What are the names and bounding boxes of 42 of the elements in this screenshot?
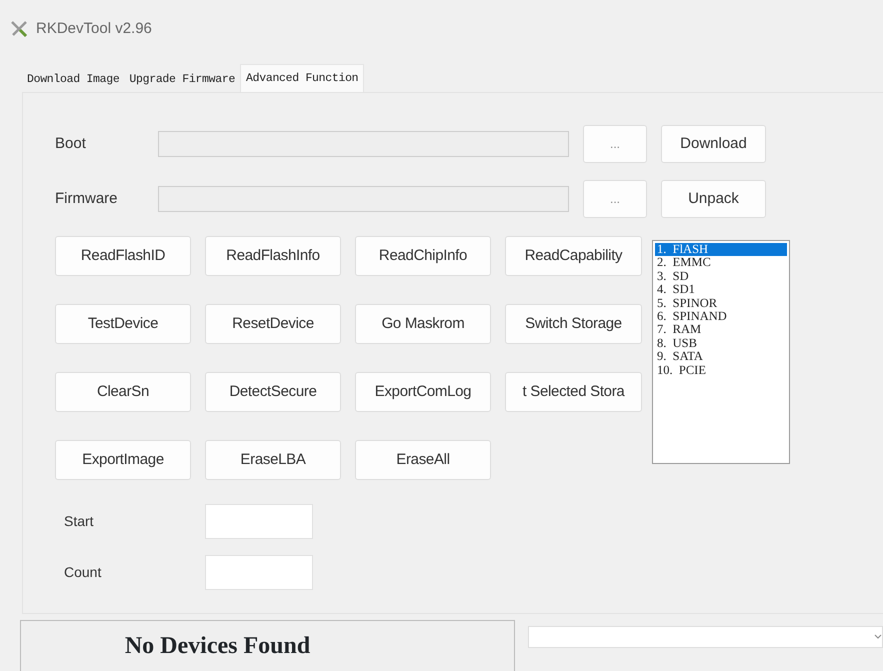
list-item[interactable]: 8. USB	[655, 336, 787, 350]
list-item[interactable]: 3. SD	[655, 270, 787, 284]
function-button[interactable]: ExportComLog	[355, 372, 491, 412]
list-item[interactable]: 4. SD1	[655, 283, 787, 297]
list-item[interactable]: 7. RAM	[655, 323, 787, 337]
storage-listbox[interactable]: 1. FlASH 2. EMMC 3. SD 4. SD1 5. SPINOR 6. SPINAND 7. RAM 8. USB 9. SATA 10. PCIE	[652, 240, 790, 464]
function-button[interactable]: ExportImage	[55, 440, 191, 480]
list-item[interactable]: 10. PCIE	[655, 364, 787, 378]
function-button[interactable]: ReadCapability	[505, 236, 642, 276]
function-button[interactable]: ResetDevice	[205, 304, 341, 344]
list-item[interactable]: 1. FlASH	[655, 243, 787, 256]
list-item[interactable]: 5. SPINOR	[655, 296, 787, 310]
field-label: Boot	[55, 134, 87, 154]
function-button[interactable]: Switch Storage	[505, 304, 642, 344]
function-button[interactable]: ReadFlashInfo	[205, 236, 341, 276]
field-label: Count	[63, 563, 102, 582]
window-title: RKDevTool v2.96	[36, 18, 152, 39]
input-field[interactable]	[205, 555, 313, 590]
action-button[interactable]: Download	[661, 125, 766, 163]
function-button[interactable]: DetectSecure	[205, 372, 341, 412]
function-button[interactable]: Go Maskrom	[355, 304, 491, 344]
path-field[interactable]	[158, 186, 569, 212]
function-button[interactable]: ClearSn	[55, 372, 191, 412]
function-button[interactable]: ReadChipInfo	[355, 236, 491, 276]
list-item[interactable]: 2. EMMC	[655, 256, 787, 270]
list-item[interactable]: 9. SATA	[655, 350, 787, 364]
field-label: Firmware	[55, 188, 118, 209]
chevron-icon	[874, 634, 882, 640]
function-button[interactable]: ReadFlashID	[55, 236, 191, 276]
function-button[interactable]: t Selected Stora	[505, 372, 642, 412]
list-item[interactable]: 6. SPINAND	[655, 310, 787, 324]
path-field[interactable]	[158, 131, 569, 157]
status-message: No Devices Found	[20, 620, 515, 671]
function-button[interactable]: EraseAll	[355, 440, 491, 480]
device-dropdown[interactable]	[528, 626, 883, 648]
tab[interactable]: Advanced Function	[240, 64, 364, 92]
function-button[interactable]: TestDevice	[55, 304, 191, 344]
input-field[interactable]	[205, 504, 313, 539]
action-button[interactable]: Unpack	[661, 180, 766, 218]
function-button[interactable]: EraseLBA	[205, 440, 341, 480]
app-icon	[10, 20, 30, 38]
field-label: Start	[63, 512, 95, 531]
